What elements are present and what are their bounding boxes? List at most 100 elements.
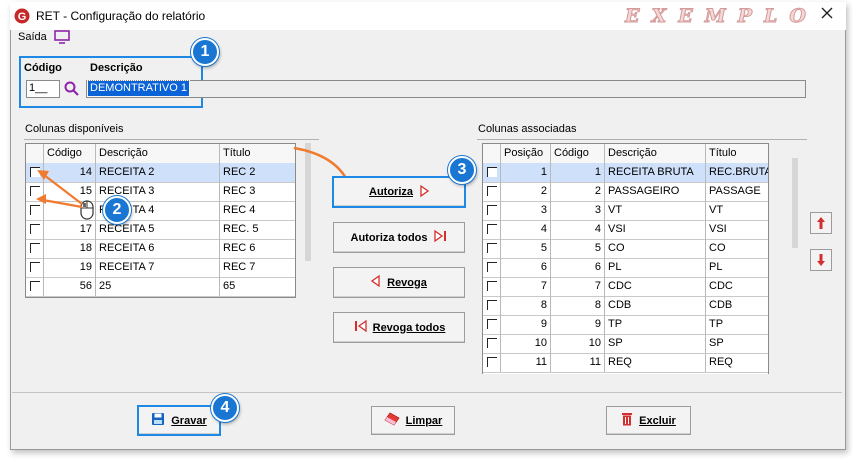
eraser-icon — [384, 412, 400, 429]
autoriza-todos-label: Autoriza todos — [350, 231, 428, 244]
table-row[interactable]: 9 9 TP TP — [483, 315, 768, 335]
cell-codigo: 1 — [551, 163, 605, 182]
cell-codigo: 4 — [551, 220, 605, 239]
cell-titulo: VSI — [709, 223, 727, 235]
table-row[interactable]: 6 6 PL PL — [483, 258, 768, 278]
associated-col-codigo[interactable]: Código — [551, 144, 605, 163]
cell-titulo: REC.BRUTA — [709, 166, 769, 178]
cell-posicao: 11 — [501, 353, 551, 372]
row-checkbox[interactable] — [487, 319, 497, 329]
cell-codigo: 7 — [551, 277, 605, 296]
cell-descricao: CDB — [605, 296, 706, 315]
table-row[interactable]: 1 1 RECEITA BRUTA REC.BRUTA — [483, 163, 769, 183]
skip-right-icon — [433, 229, 448, 245]
cell-codigo: 11 — [551, 353, 605, 372]
cell-posicao: 3 — [501, 201, 551, 220]
move-up-button[interactable] — [810, 212, 832, 234]
cell-descricao: RECEITA BRUTA — [605, 163, 706, 182]
cell-titulo: CDC — [709, 280, 733, 292]
row-checkbox[interactable] — [487, 205, 497, 215]
cell-posicao: 2 — [501, 182, 551, 201]
cell-titulo: PL — [709, 261, 723, 273]
cell-posicao: 7 — [501, 277, 551, 296]
table-row[interactable]: 5 5 CO CO — [483, 239, 768, 259]
cell-posicao: 10 — [501, 334, 551, 353]
revoga-button[interactable]: Revoga — [333, 267, 465, 298]
cell-titulo: CO — [709, 242, 726, 254]
revoga-todos-button[interactable]: Revoga todos — [333, 312, 465, 343]
play-right-icon — [419, 184, 430, 200]
cell-codigo: 3 — [551, 201, 605, 220]
row-checkbox[interactable] — [487, 357, 497, 367]
table-row[interactable]: 3 3 VT VT — [483, 201, 768, 221]
cell-descricao: PASSAGEIRO — [605, 182, 706, 201]
arrow-down-icon — [817, 254, 825, 266]
cell-posicao: 9 — [501, 315, 551, 334]
step-badge-3: 3 — [448, 156, 476, 184]
cell-titulo: CDB — [709, 299, 733, 311]
row-checkbox[interactable] — [487, 281, 497, 291]
revoga-label: Revoga — [387, 276, 427, 289]
cell-descricao: VSI — [605, 220, 706, 239]
cell-posicao: 5 — [501, 239, 551, 258]
play-left-icon — [371, 274, 381, 290]
cell-titulo: VT — [709, 204, 724, 216]
cell-posicao: 4 — [501, 220, 551, 239]
footer-divider — [12, 392, 842, 393]
gravar-button[interactable]: Gravar — [137, 405, 221, 436]
row-checkbox[interactable] — [487, 262, 497, 272]
table-row[interactable]: 4 4 VSI VSI — [483, 220, 768, 240]
cell-descricao: CO — [605, 239, 706, 258]
cell-titulo: REQ — [709, 356, 733, 368]
table-row[interactable]: 11 11 REQ REQ — [483, 353, 768, 373]
row-checkbox[interactable] — [487, 186, 497, 196]
row-checkbox[interactable] — [487, 243, 497, 253]
table-row[interactable]: 7 7 CDC CDC — [483, 277, 768, 297]
cell-descricao: REQ — [605, 353, 706, 372]
move-down-button[interactable] — [810, 249, 832, 271]
autoriza-todos-button[interactable]: Autoriza todos — [333, 222, 465, 253]
cell-posicao: 1 — [501, 163, 551, 182]
cell-titulo: SP — [709, 337, 724, 349]
table-row[interactable]: 2 2 PASSAGEIRO PASSAGE — [483, 182, 768, 202]
autoriza-button[interactable]: Autoriza — [332, 176, 466, 208]
cell-codigo: 9 — [551, 315, 605, 334]
cell-codigo: 2 — [551, 182, 605, 201]
trash-icon — [621, 412, 633, 429]
cell-codigo: 10 — [551, 334, 605, 353]
excluir-label: Excluir — [639, 414, 676, 427]
row-checkbox[interactable] — [487, 300, 497, 310]
revoga-todos-label: Revoga todos — [372, 321, 446, 334]
cell-descricao: PL — [605, 258, 706, 277]
skip-left-icon — [353, 319, 367, 335]
row-checkbox[interactable] — [487, 167, 497, 177]
autoriza-label: Autoriza — [369, 186, 413, 198]
cell-descricao: SP — [605, 334, 706, 353]
associated-header-row: Posição Código Descrição Título — [483, 144, 768, 164]
save-icon — [151, 412, 165, 429]
step-badge-4: 4 — [211, 394, 239, 422]
cell-codigo: 8 — [551, 296, 605, 315]
table-row[interactable]: 10 10 SP SP — [483, 334, 768, 354]
excluir-button[interactable]: Excluir — [606, 406, 691, 435]
cell-titulo: TP — [709, 318, 724, 330]
cell-descricao: CDC — [605, 277, 706, 296]
cell-posicao: 6 — [501, 258, 551, 277]
associated-col-titulo[interactable]: Título — [706, 144, 768, 163]
associated-col-descricao[interactable]: Descrição — [605, 144, 706, 163]
cell-codigo: 6 — [551, 258, 605, 277]
associated-col-posicao[interactable]: Posição — [501, 144, 551, 163]
associated-scrollbar[interactable] — [792, 158, 798, 248]
associated-grid[interactable]: Posição Código Descrição Título 1 1 RECEIT… — [482, 143, 769, 374]
table-row[interactable]: 8 8 CDB CDB — [483, 296, 768, 316]
row-checkbox[interactable] — [487, 224, 497, 234]
limpar-button[interactable]: Limpar — [371, 406, 455, 435]
arrow-up-icon — [817, 217, 825, 229]
cell-codigo: 5 — [551, 239, 605, 258]
associated-divider — [477, 139, 807, 140]
cell-descricao: VT — [605, 201, 706, 220]
cell-descricao: TP — [605, 315, 706, 334]
row-checkbox[interactable] — [487, 338, 497, 348]
cell-titulo: PASSAGE — [709, 185, 761, 197]
limpar-label: Limpar — [405, 414, 443, 427]
